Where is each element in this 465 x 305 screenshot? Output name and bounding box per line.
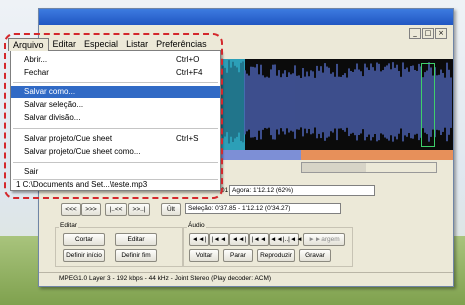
nav-start-button[interactable]: <<< bbox=[61, 203, 81, 216]
audio-button-6[interactable]: ►►argem bbox=[303, 233, 345, 246]
nav-prev-button[interactable]: |..<< bbox=[105, 203, 127, 216]
time-label: 01 bbox=[221, 187, 229, 194]
audio-group-label: Áudio bbox=[187, 222, 206, 229]
close-button[interactable]: × bbox=[435, 28, 447, 39]
editar-button[interactable]: Editar bbox=[115, 233, 157, 246]
nav-last-button[interactable]: Ûlt bbox=[161, 203, 181, 216]
cortar-button[interactable]: Cortar bbox=[63, 233, 105, 246]
playback-marker[interactable] bbox=[421, 63, 435, 147]
status-text: MPEG1.0 Layer 3 - 192 kbps - 44 kHz - Jo… bbox=[59, 275, 272, 282]
audio-button-2[interactable]: |◄◄ bbox=[209, 233, 229, 246]
menu-item-salvar-projeto[interactable]: Salvar projeto/Cue sheet Ctrl+S bbox=[11, 133, 220, 145]
gravar-button[interactable]: Gravar bbox=[299, 249, 331, 262]
menu-especial[interactable]: Especial bbox=[80, 38, 122, 51]
voltar-button[interactable]: Voltar bbox=[189, 249, 219, 262]
menu-item-recent-file[interactable]: 1 C:\Documents and Set...\teste.mp3 bbox=[3, 179, 212, 191]
menu-item-salvar-como[interactable]: Salvar como... bbox=[11, 86, 220, 98]
menu-item-salvar-divisao[interactable]: Salvar divisão... bbox=[11, 112, 220, 124]
menu-separator bbox=[13, 128, 218, 129]
menu-listar[interactable]: Listar bbox=[122, 38, 152, 51]
nav-next-button[interactable]: >>..| bbox=[128, 203, 150, 216]
menu-item-fechar[interactable]: Fechar Ctrl+F4 bbox=[11, 67, 220, 79]
menu-separator bbox=[13, 82, 218, 83]
menu-preferencias[interactable]: Preferências bbox=[152, 38, 211, 51]
menu-item-salvar-projeto-como[interactable]: Salvar projeto/Cue sheet como... bbox=[11, 146, 220, 158]
scrollbar-thumb[interactable] bbox=[302, 163, 366, 172]
timeline-selection bbox=[219, 150, 301, 160]
parar-button[interactable]: Parar bbox=[223, 249, 253, 262]
definir-fim-button[interactable]: Definir fim bbox=[115, 249, 157, 262]
title-bar bbox=[39, 9, 453, 25]
reproduzir-button[interactable]: Reproduzir bbox=[257, 249, 295, 262]
menu-arquivo[interactable]: Arquivo bbox=[8, 38, 49, 51]
menu-item-sair[interactable]: Sair bbox=[11, 166, 220, 178]
agora-field: Agora: 1'12.12 (62%) bbox=[229, 185, 375, 196]
menu-bar: Arquivo Editar Especial Listar Preferênc… bbox=[8, 38, 211, 51]
menu-item-abrir[interactable]: Abrir... Ctrl+O bbox=[11, 54, 220, 66]
definir-inicio-button[interactable]: Definir início bbox=[63, 249, 105, 262]
audio-button-5[interactable]: ◄◄|..|◄◄ bbox=[269, 233, 303, 246]
window-controls: _ □ × bbox=[409, 28, 447, 39]
menu-item-salvar-selecao[interactable]: Salvar seleção... bbox=[11, 99, 220, 111]
audio-button-1[interactable]: ◄◄| bbox=[189, 233, 209, 246]
nav-end-button[interactable]: >>> bbox=[81, 203, 101, 216]
editar-group-label: Editar bbox=[59, 222, 78, 229]
selection-field: Seleção: 0'37.85 - 1'12.12 (0'34.27) bbox=[185, 203, 341, 214]
minimize-button[interactable]: _ bbox=[409, 28, 421, 39]
audio-button-4[interactable]: |◄◄ bbox=[249, 233, 269, 246]
menu-editar[interactable]: Editar bbox=[49, 38, 81, 51]
menu-separator bbox=[13, 162, 218, 163]
horizontal-scrollbar[interactable] bbox=[301, 162, 437, 173]
audio-button-3[interactable]: ◄◄| bbox=[229, 233, 249, 246]
file-menu-dropdown: Abrir... Ctrl+O Fechar Ctrl+F4 Salvar co… bbox=[10, 50, 221, 191]
status-bar: MPEG1.0 Layer 3 - 192 kbps - 44 kHz - Jo… bbox=[39, 272, 453, 285]
maximize-button[interactable]: □ bbox=[422, 28, 434, 39]
